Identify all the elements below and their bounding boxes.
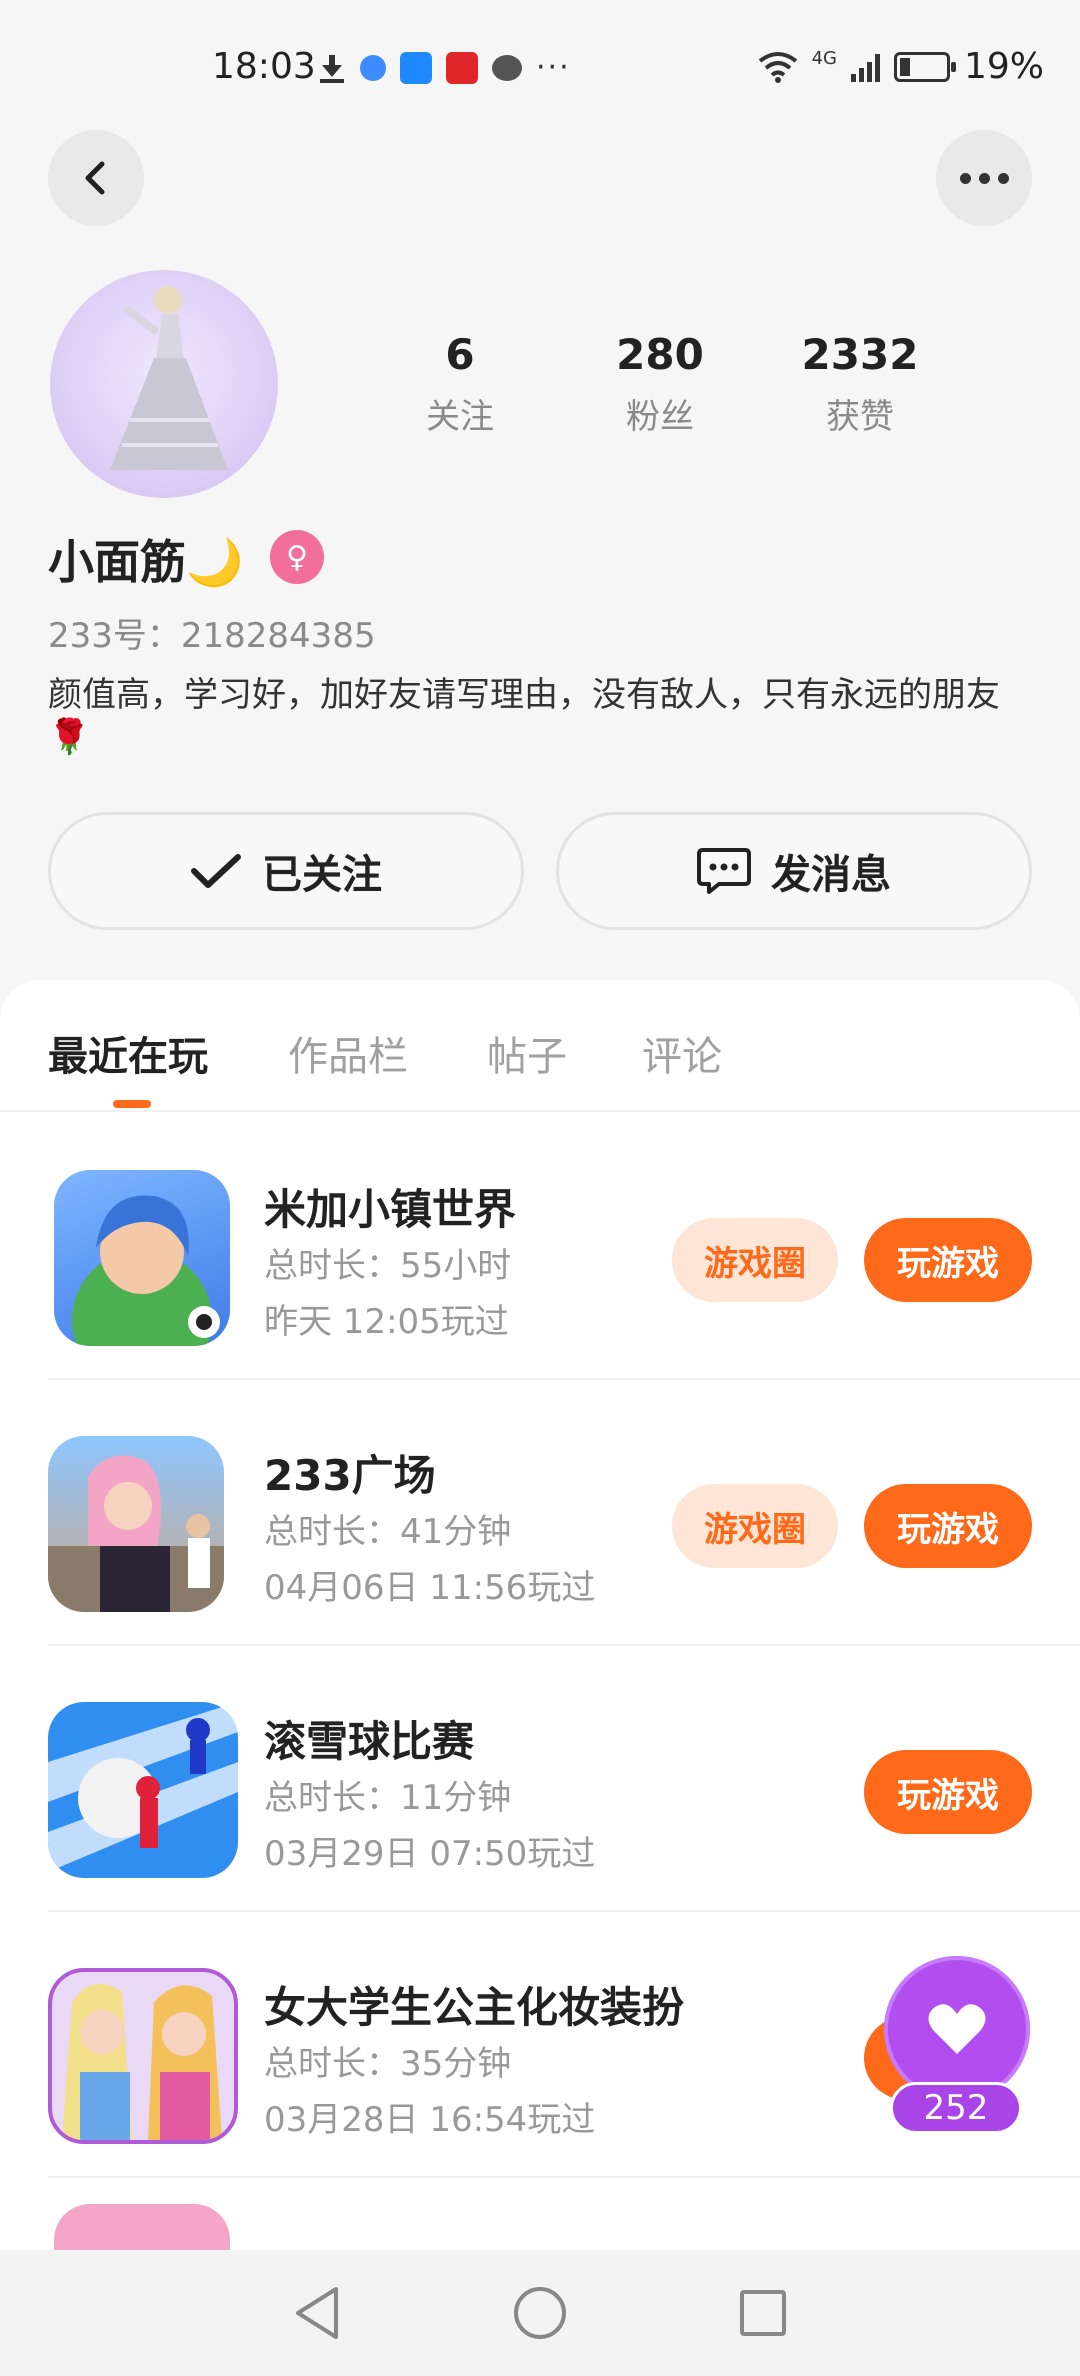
app-notification-icon bbox=[360, 54, 386, 81]
profile-stats: 6 关注 280 粉丝 2332 获赞 bbox=[360, 330, 960, 438]
avatar-figure bbox=[110, 286, 228, 470]
tab-comments[interactable]: 评论 bbox=[642, 1024, 722, 1082]
active-tab-indicator bbox=[113, 1100, 151, 1108]
tab-works[interactable]: 作品栏 bbox=[288, 1024, 408, 1082]
check-icon bbox=[191, 854, 241, 888]
stat-value: 280 bbox=[616, 330, 704, 379]
nickname: 小面筋🌙 bbox=[48, 535, 244, 589]
system-indicators: 4G 19% bbox=[758, 46, 1044, 87]
message-label: 发消息 bbox=[771, 852, 891, 898]
more-notifications-icon: ··· bbox=[536, 50, 571, 85]
followed-label: 已关注 bbox=[262, 852, 382, 898]
status-bar: 18:03 ··· 4G 19% bbox=[0, 0, 1080, 130]
bio: 颜值高，学习好，加好友请写理由，没有敌人，只有永远的朋友🌹 bbox=[48, 675, 1000, 757]
game-icon-snowball[interactable] bbox=[48, 1702, 238, 1878]
download-icon bbox=[318, 53, 346, 83]
game-last-played: 03月29日 07:50玩过 bbox=[264, 1834, 596, 1874]
game-title: 233广场 bbox=[264, 1451, 436, 1500]
game-row[interactable]: 233广场 总时长：41分钟 04月06日 11:56玩过 游戏圈 玩游戏 bbox=[48, 1380, 1080, 1646]
message-button[interactable]: 发消息 bbox=[556, 812, 1032, 930]
user-id: 233号：218284385 bbox=[48, 616, 376, 656]
wechat-icon bbox=[492, 54, 522, 81]
game-last-played: 04月06日 11:56玩过 bbox=[264, 1568, 596, 1608]
notification-icons: ··· bbox=[318, 50, 571, 85]
like-count: 252 bbox=[890, 2082, 1022, 2134]
tab-recently-played[interactable]: 最近在玩 bbox=[48, 1024, 208, 1082]
stat-value: 6 bbox=[445, 330, 475, 379]
more-options-button[interactable] bbox=[936, 130, 1032, 226]
stat-label: 关注 bbox=[426, 397, 494, 437]
more-icon bbox=[959, 172, 1009, 184]
system-nav-bar bbox=[0, 2250, 1080, 2376]
game-artwork bbox=[72, 1195, 220, 1346]
game-circle-button[interactable]: 游戏圈 bbox=[672, 1218, 838, 1302]
game-artwork bbox=[62, 1984, 222, 2140]
game-row[interactable]: 滚雪球比赛 总时长：11分钟 03月29日 07:50玩过 玩游戏 bbox=[48, 1646, 1080, 1912]
game-duration: 总时长：41分钟 bbox=[264, 1512, 512, 1552]
play-game-button[interactable]: 玩游戏 bbox=[864, 1484, 1032, 1568]
heart-icon bbox=[928, 2004, 986, 2054]
weather-icon bbox=[400, 51, 432, 84]
female-icon: ♀ bbox=[270, 530, 324, 584]
game-last-played: 03月28日 16:54玩过 bbox=[264, 2100, 596, 2140]
game-row-partial[interactable] bbox=[48, 2178, 1080, 2250]
game-title: 滚雪球比赛 bbox=[264, 1717, 475, 1766]
app-red-icon bbox=[446, 51, 478, 84]
battery-percent: 19% bbox=[963, 46, 1044, 87]
game-icon-princess-makeup[interactable] bbox=[48, 1968, 238, 2144]
game-duration: 总时长：11分钟 bbox=[264, 1778, 512, 1818]
play-game-button[interactable]: 玩游戏 bbox=[864, 1750, 1032, 1834]
signal-icon bbox=[850, 52, 880, 82]
profile-tabs: 最近在玩 作品栏 帖子 评论 bbox=[0, 980, 1080, 1112]
floating-like-button[interactable] bbox=[884, 1956, 1030, 2102]
game-duration: 总时长：55小时 bbox=[264, 1246, 512, 1286]
stat-fans[interactable]: 280 粉丝 bbox=[570, 330, 750, 438]
network-type: 4G bbox=[811, 48, 837, 69]
stat-value: 2332 bbox=[801, 330, 919, 379]
game-artwork bbox=[48, 1455, 224, 1612]
play-game-button[interactable]: 玩游戏 bbox=[864, 1218, 1032, 1302]
avatar[interactable] bbox=[50, 270, 278, 498]
chat-bubble-icon bbox=[697, 848, 751, 894]
game-artwork bbox=[48, 1702, 238, 1872]
nav-home-icon[interactable] bbox=[512, 2285, 568, 2341]
profile-page: 18:03 ··· 4G 19% 6 关注 280 粉丝 2332 获赞 小面筋… bbox=[0, 0, 1080, 2376]
stat-label: 粉丝 bbox=[626, 397, 694, 437]
stat-likes[interactable]: 2332 获赞 bbox=[770, 330, 950, 438]
game-title: 女大学生公主化妆装扮 bbox=[264, 1983, 685, 2032]
battery-icon bbox=[893, 51, 956, 82]
game-icon-partial[interactable] bbox=[54, 2204, 230, 2250]
tab-posts[interactable]: 帖子 bbox=[487, 1024, 567, 1082]
wifi-icon bbox=[758, 51, 797, 83]
game-duration: 总时长：35分钟 bbox=[264, 2044, 512, 2084]
followed-button[interactable]: 已关注 bbox=[48, 812, 524, 930]
chevron-left-icon bbox=[85, 161, 105, 195]
status-time: 18:03 bbox=[212, 46, 316, 87]
game-last-played: 昨天 12:05玩过 bbox=[264, 1302, 509, 1342]
game-circle-button[interactable]: 游戏圈 bbox=[672, 1484, 838, 1568]
back-button[interactable] bbox=[48, 130, 144, 226]
game-row[interactable]: 米加小镇世界 总时长：55小时 昨天 12:05玩过 游戏圈 玩游戏 bbox=[48, 1114, 1080, 1380]
game-icon-233-plaza[interactable] bbox=[48, 1436, 224, 1612]
game-icon-miga[interactable] bbox=[54, 1170, 230, 1346]
nav-recents-icon[interactable] bbox=[738, 2288, 788, 2338]
stat-following[interactable]: 6 关注 bbox=[370, 330, 550, 438]
game-title: 米加小镇世界 bbox=[264, 1185, 517, 1234]
nav-back-icon[interactable] bbox=[292, 2285, 342, 2341]
stat-label: 获赞 bbox=[826, 397, 894, 437]
